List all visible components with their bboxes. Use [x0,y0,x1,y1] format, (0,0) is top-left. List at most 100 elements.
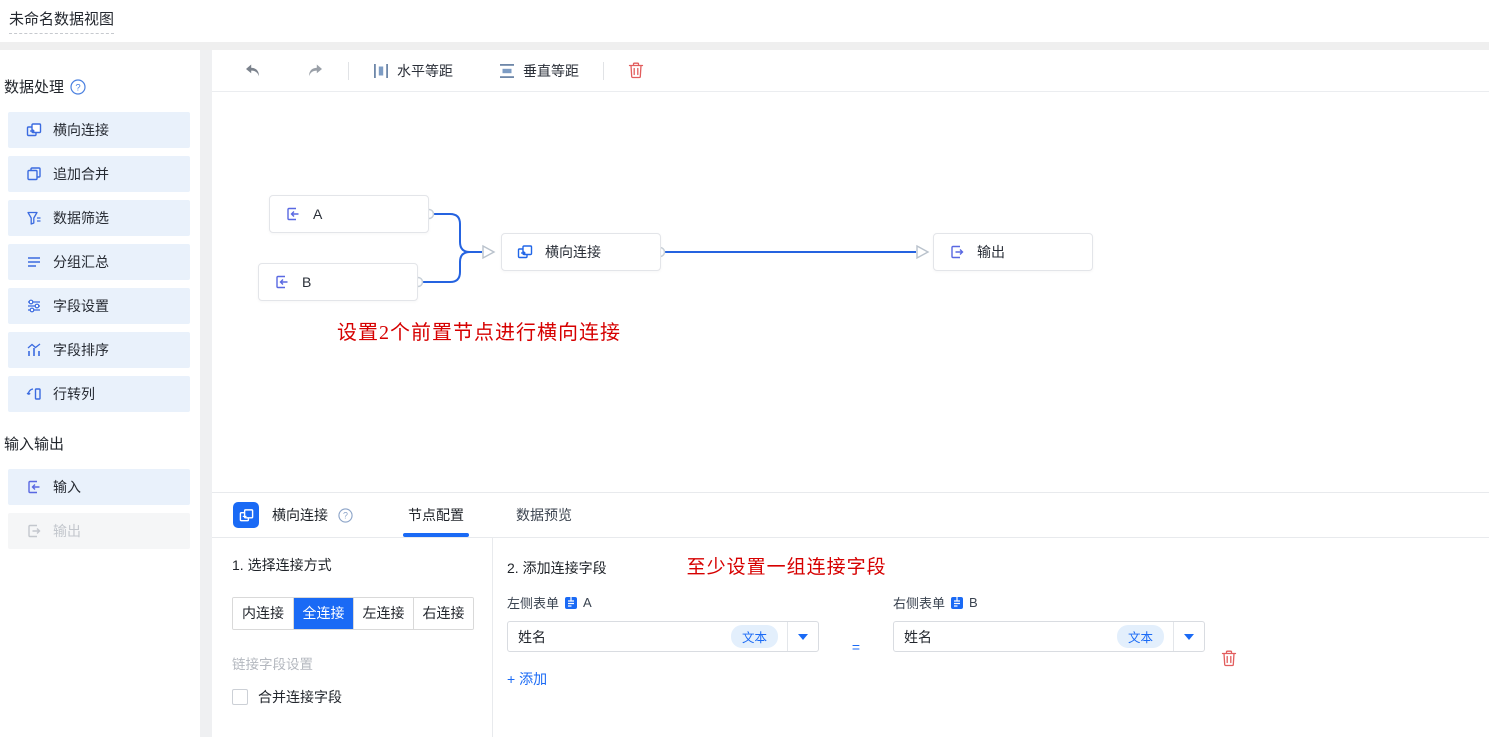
join-type-inner-button[interactable]: 内连接 [233,598,293,629]
header-separator [0,42,1489,50]
left-field-value: 姓名 [518,627,546,647]
edge-b-to-join [418,252,482,282]
sidebar-item-label: 输出 [53,521,81,541]
node-label: A [313,206,322,222]
join-fields-annotation: 至少设置一组连接字段 [687,552,887,579]
svg-text:?: ? [75,82,80,93]
chevron-down-icon [798,634,808,640]
sidebar-item-label: 横向连接 [53,120,109,140]
sidebar-item-pivot[interactable]: 行转列 [8,376,190,412]
distribute-vertical-icon [499,63,515,79]
sidebar-item-label: 输入 [53,477,81,497]
edge-arrowhead [917,246,928,258]
flow-canvas[interactable]: A B 横向连接 输出 设置2个前置节点进行横向连接 [212,92,1489,492]
sidebar-item-label: 字段排序 [53,340,109,360]
filter-icon [26,210,42,226]
sidebar-item-label: 分组汇总 [53,252,109,272]
node-input-b[interactable]: B [258,263,418,301]
redo-button[interactable] [301,59,330,82]
sidebar-item-append-merge[interactable]: 追加合并 [8,156,190,192]
join-type-section: 1. 选择连接方式 内连接 全连接 左连接 右连接 链接字段设置 合并连接字段 [212,538,493,737]
input-icon [285,206,301,222]
right-table-label: 右侧表单 [893,593,945,612]
edge-arrowhead [483,246,494,258]
sidebar-item-label: 字段设置 [53,296,109,316]
trash-icon [628,62,644,79]
left-field-dropdown[interactable] [787,622,818,651]
join-type-right-button[interactable]: 右连接 [413,598,473,629]
help-icon[interactable]: ? [70,79,86,95]
doc-title[interactable]: 未命名数据视图 [9,8,114,34]
field-type-badge: 文本 [731,625,778,648]
join-type-button-group: 内连接 全连接 左连接 右连接 [232,597,474,630]
window-titlebar: 未命名数据视图 [0,0,1489,42]
distribute-horizontal-label: 水平等距 [397,61,453,81]
right-field-select[interactable]: 姓名 文本 [893,621,1205,652]
sidebar-section-title-io: 输入输出 [0,433,200,454]
input-icon [274,274,290,290]
section-title-join-fields: 2. 添加连接字段 [507,558,607,578]
sidebar-item-output: 输出 [8,513,190,549]
merge-join-fields-label: 合并连接字段 [258,687,342,707]
right-table-name: B [969,595,978,610]
field-settings-icon [26,298,42,314]
undo-icon [244,63,261,78]
help-icon[interactable]: ? [338,508,353,523]
distribute-horizontal-button[interactable]: 水平等距 [367,57,459,85]
form-icon [564,596,578,610]
left-field-select[interactable]: 姓名 文本 [507,621,819,652]
distribute-vertical-label: 垂直等距 [523,61,579,81]
svg-text:?: ? [343,510,348,520]
left-table-label: 左侧表单 [507,593,559,612]
panel-title: 横向连接 [272,505,328,525]
output-icon [26,523,42,539]
sidebar-item-join[interactable]: 横向连接 [8,112,190,148]
merge-join-fields-row[interactable]: 合并连接字段 [232,687,492,707]
redo-icon [307,63,324,78]
node-label: 输出 [977,242,1005,262]
panel-header: 横向连接 ? 节点配置 数据预览 [212,493,1489,538]
trash-icon [1221,650,1237,667]
form-icon [950,596,964,610]
sidebar-item-filter[interactable]: 数据筛选 [8,200,190,236]
node-join[interactable]: 横向连接 [501,233,661,271]
right-field-dropdown[interactable] [1173,622,1204,651]
left-table-name: A [583,595,592,610]
distribute-horizontal-icon [373,63,389,79]
node-label: 横向连接 [545,242,601,262]
tab-node-config[interactable]: 节点配置 [403,493,469,537]
undo-button[interactable] [238,59,267,82]
node-output[interactable]: 输出 [933,233,1093,271]
join-type-full-button[interactable]: 全连接 [293,598,353,629]
group-summarize-icon [26,254,42,270]
node-input-a[interactable]: A [269,195,429,233]
node-config-panel: 横向连接 ? 节点配置 数据预览 1. 选择连接方式 内连接 全连接 左连接 右… [212,492,1489,737]
sidebar-item-field-sort[interactable]: 字段排序 [8,332,190,368]
delete-field-row-button[interactable] [1221,593,1237,689]
merge-join-fields-checkbox[interactable] [232,689,248,705]
join-icon [26,122,42,138]
edge-a-to-join [429,214,482,252]
join-type-left-button[interactable]: 左连接 [353,598,413,629]
panel-tabs: 节点配置 数据预览 [403,493,619,537]
delete-node-button[interactable] [622,58,650,83]
tab-data-preview[interactable]: 数据预览 [511,493,577,537]
sidebar: 数据处理 ? 横向连接 追加合并 数据筛选 分组汇总 字段设置 字段排序 [0,50,200,737]
append-merge-icon [26,166,42,182]
pivot-icon [26,386,42,402]
sidebar-item-label: 追加合并 [53,164,109,184]
distribute-vertical-button[interactable]: 垂直等距 [493,57,585,85]
sidebar-item-field-settings[interactable]: 字段设置 [8,288,190,324]
field-type-badge: 文本 [1117,625,1164,648]
sidebar-gap [200,50,212,737]
field-sort-icon [26,342,42,358]
sidebar-item-group-summarize[interactable]: 分组汇总 [8,244,190,280]
output-icon [949,244,965,260]
equals-sign: = [819,593,893,689]
sidebar-item-label: 行转列 [53,384,95,404]
section-title-join-type: 1. 选择连接方式 [232,555,492,575]
sidebar-item-input[interactable]: 输入 [8,469,190,505]
chevron-down-icon [1184,634,1194,640]
link-field-settings-label: 链接字段设置 [232,653,492,673]
add-field-button[interactable]: + 添加 [507,669,547,689]
